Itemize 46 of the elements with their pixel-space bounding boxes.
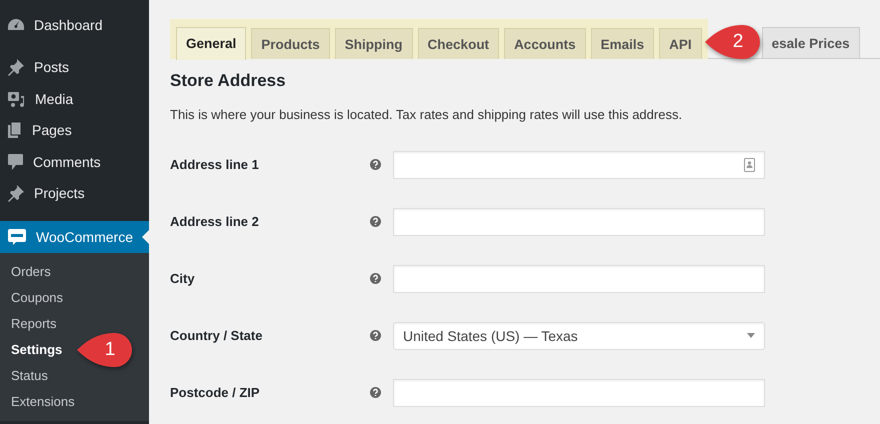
submenu-item[interactable]: Reports <box>0 311 57 337</box>
tab[interactable]: Shipping <box>334 28 413 59</box>
speech-bubble-icon <box>7 228 27 246</box>
input-field[interactable] <box>393 208 765 236</box>
input-field[interactable] <box>393 150 765 178</box>
tab[interactable]: Products <box>251 28 330 59</box>
tab[interactable]: API <box>659 28 702 59</box>
tab[interactable]: Emails <box>590 28 654 59</box>
help-icon[interactable] <box>370 330 381 341</box>
menu-item[interactable]: Dashboard <box>0 9 149 40</box>
dropdown-arrow-icon <box>747 333 755 338</box>
dashboard-icon <box>7 16 25 33</box>
tab[interactable]: esale Prices <box>762 27 860 58</box>
field-label: City <box>170 271 196 286</box>
menu-item[interactable]: WooCommerce <box>0 221 149 253</box>
menu-item[interactable]: Posts <box>0 52 149 83</box>
submenu-item[interactable]: Orders <box>0 259 51 285</box>
menu-item[interactable]: Pages <box>0 114 149 146</box>
field-label: Country / State <box>170 328 264 343</box>
help-icon[interactable] <box>370 216 381 227</box>
field-label: Address line 1 <box>170 157 260 172</box>
menu-item[interactable]: Media <box>0 83 149 114</box>
help-icon[interactable] <box>370 159 381 170</box>
media-icon <box>7 90 26 108</box>
input-field[interactable] <box>393 378 765 406</box>
section-description: This is where your business is located. Tax rates and shipping rates will use this address. <box>170 107 684 122</box>
section-title: Store Address <box>170 71 287 91</box>
help-icon[interactable] <box>370 387 381 398</box>
country-select[interactable]: United States (US) — Texas <box>393 322 765 350</box>
pages-icon <box>7 121 23 140</box>
pin-icon <box>7 58 25 76</box>
comment-icon <box>7 152 24 171</box>
tab[interactable]: General <box>176 27 246 60</box>
tab[interactable]: Checkout <box>418 28 500 59</box>
pin-icon <box>7 184 25 202</box>
field-label: Postcode / ZIP <box>170 385 261 400</box>
field-label: Address line 2 <box>170 214 260 229</box>
submenu-item[interactable]: Settings <box>0 337 62 363</box>
input-field[interactable] <box>393 264 765 292</box>
help-icon[interactable] <box>370 273 381 284</box>
submenu-item[interactable]: Extensions <box>0 389 75 415</box>
submenu-item[interactable]: Status <box>0 363 48 389</box>
submenu-item[interactable]: Coupons <box>0 285 64 311</box>
menu-item[interactable]: Projects <box>0 178 149 209</box>
tab[interactable]: Accounts <box>504 28 586 59</box>
menu-item[interactable]: Comments <box>0 146 149 178</box>
